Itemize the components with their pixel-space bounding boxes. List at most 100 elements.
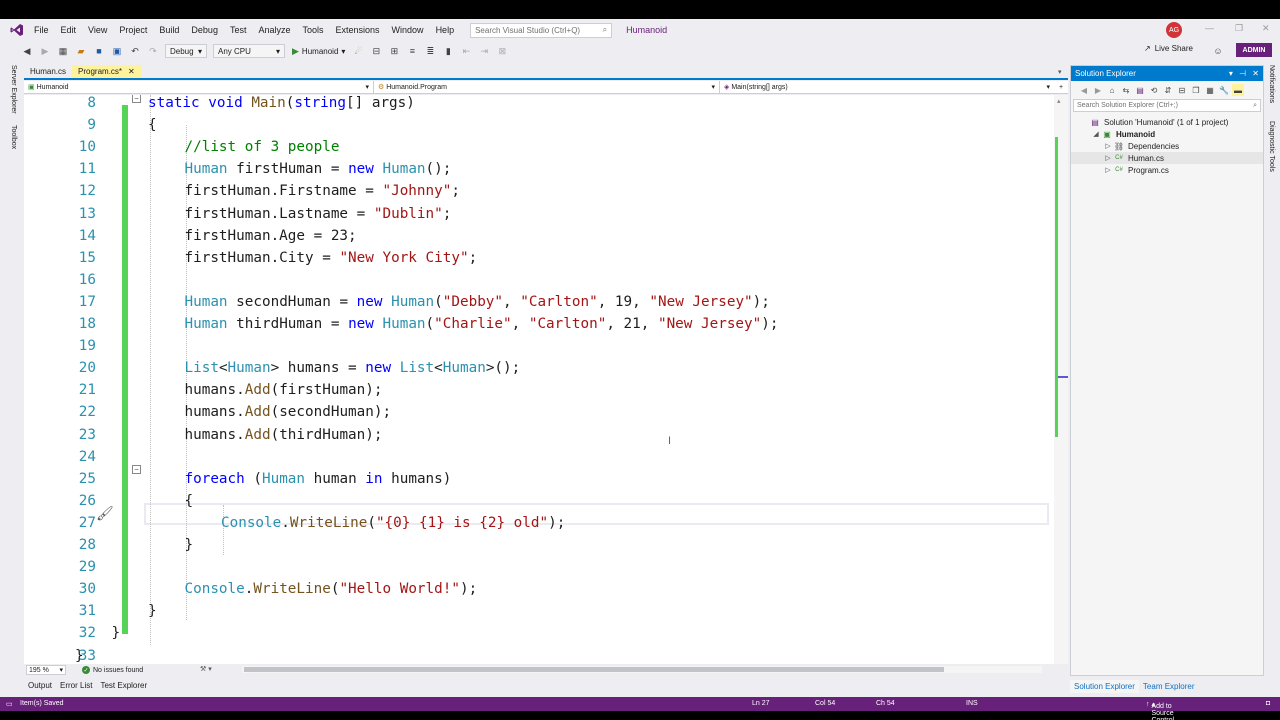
menu-item-debug[interactable]: Debug	[185, 19, 224, 41]
tree-item[interactable]: ◢ ▣ Humanoid	[1071, 128, 1263, 140]
status-column[interactable]: Col 54	[815, 700, 835, 707]
expand-arrow-icon[interactable]: ▷	[1103, 142, 1113, 150]
clear-bookmarks-icon[interactable]: ⊠	[495, 44, 509, 58]
code-line[interactable]: 12 firstHuman.Firstname = "Johnny";	[24, 180, 1054, 202]
scroll-up-icon[interactable]: ▴	[1057, 97, 1061, 105]
menu-item-build[interactable]: Build	[153, 19, 185, 41]
menu-item-file[interactable]: File	[28, 19, 55, 41]
expand-arrow-icon[interactable]: ◢	[1091, 130, 1101, 138]
solution-platform-dropdown[interactable]: Any CPU ▾	[213, 44, 285, 58]
navigate-forward-icon[interactable]: ▶	[38, 44, 52, 58]
live-share-button[interactable]: ↗ Live Share	[1144, 44, 1193, 53]
menu-item-extensions[interactable]: Extensions	[330, 19, 386, 41]
menu-item-analyze[interactable]: Analyze	[252, 19, 296, 41]
tree-item[interactable]: ▷ C# Program.cs	[1071, 164, 1263, 176]
code-line[interactable]: 8 static void Main(string[] args)	[24, 95, 1054, 114]
tab-human-cs[interactable]: Human.cs	[24, 65, 72, 78]
code-line[interactable]: 30 Console.WriteLine("Hello World!");	[24, 578, 1054, 600]
menu-item-test[interactable]: Test	[224, 19, 253, 41]
properties-icon[interactable]: 🔧	[1218, 84, 1230, 96]
close-tab-icon[interactable]: ✕	[128, 67, 135, 76]
editor-horizontal-scrollbar[interactable]	[242, 666, 1042, 673]
hot-reload-icon[interactable]: ☄	[351, 44, 365, 58]
feedback-icon[interactable]: ☺	[1211, 44, 1225, 58]
solution-icon[interactable]: ▤	[1134, 84, 1146, 96]
tab-program-cs[interactable]: Program.cs* ✕	[72, 65, 141, 78]
code-line[interactable]: 16	[24, 269, 1054, 291]
close-window-icon[interactable]: ✕	[1262, 23, 1270, 34]
code-line[interactable]: 33}	[24, 645, 1054, 665]
forward-icon[interactable]: ▶	[1092, 84, 1104, 96]
code-line[interactable]: 11 Human firstHuman = new Human();	[24, 158, 1054, 180]
prev-bookmark-icon[interactable]: ⇤	[459, 44, 473, 58]
code-line[interactable]: 13 firstHuman.Lastname = "Dublin";	[24, 203, 1054, 225]
code-line[interactable]: 29	[24, 556, 1054, 578]
code-line[interactable]: 26 {	[24, 490, 1054, 512]
tab-team-explorer[interactable]: Team Explorer	[1139, 680, 1199, 693]
collapse-all-icon[interactable]: ⊟	[1176, 84, 1188, 96]
status-source-control[interactable]: ↑ Add to Source Control ▴	[1146, 700, 1174, 720]
code-line[interactable]: 20 List<Human> humans = new List<Human>()…	[24, 357, 1054, 379]
code-line[interactable]: 23 humans.Add(thirdHuman);	[24, 424, 1054, 446]
expand-arrow-icon[interactable]: ▷	[1103, 154, 1113, 162]
tab-overflow-icon[interactable]: ▾	[1058, 68, 1062, 76]
save-all-icon[interactable]: ▣	[110, 44, 124, 58]
status-char[interactable]: Ch 54	[876, 700, 895, 707]
menu-item-edit[interactable]: Edit	[55, 19, 83, 41]
solution-configuration-dropdown[interactable]: Debug ▾	[165, 44, 207, 58]
code-line[interactable]: 9{	[24, 114, 1054, 136]
split-editor-icon[interactable]: +	[1054, 81, 1068, 93]
open-file-icon[interactable]: ▰	[74, 44, 88, 58]
solution-explorer-search-input[interactable]: Search Solution Explorer (Ctrl+;) ⌕	[1073, 99, 1261, 112]
code-line[interactable]: 24	[24, 446, 1054, 468]
scroll-thumb[interactable]	[244, 667, 944, 672]
back-icon[interactable]: ◀	[1078, 84, 1090, 96]
pin-icon[interactable]: ⊣	[1239, 69, 1246, 78]
menu-item-view[interactable]: View	[82, 19, 113, 41]
maximize-icon[interactable]: ❐	[1235, 23, 1243, 34]
editor-vertical-scrollbar[interactable]: ▴	[1054, 95, 1068, 664]
undo-icon[interactable]: ↶	[128, 44, 142, 58]
switch-views-icon[interactable]: ⇆	[1120, 84, 1132, 96]
history-icon[interactable]: ⟲	[1148, 84, 1160, 96]
tab-output[interactable]: Output	[24, 679, 56, 692]
code-line[interactable]: 19	[24, 335, 1054, 357]
notifications-tab[interactable]: Notifications	[1268, 65, 1275, 103]
code-line[interactable]: 27 Console.WriteLine("{0} {1} is {2} old"…	[24, 512, 1054, 534]
save-icon[interactable]: ■	[92, 44, 106, 58]
panel-menu-icon[interactable]: ▾	[1229, 69, 1233, 78]
code-line[interactable]: 18 Human thirdHuman = new Human("Charlie"…	[24, 313, 1054, 335]
new-project-icon[interactable]: ▦	[56, 44, 70, 58]
close-panel-icon[interactable]: ✕	[1252, 69, 1259, 78]
code-editor[interactable]: − − 🖌 8 static void Main(string[] args) 9{…	[24, 95, 1068, 664]
start-debugging-button[interactable]: ▶ Humanoid ▾	[292, 46, 345, 57]
tree-item[interactable]: ▷ ⛓ Dependencies	[1071, 140, 1263, 152]
copy-icon[interactable]: ❐	[1190, 84, 1202, 96]
comment-out-icon[interactable]: ≡	[405, 44, 419, 58]
class-dropdown[interactable]: ⚙ Humanoid.Program ▾	[374, 81, 720, 93]
menu-item-tools[interactable]: Tools	[297, 19, 330, 41]
project-dropdown[interactable]: ▣ Humanoid ▾	[24, 81, 374, 93]
tree-item[interactable]: ▤ Solution 'Humanoid' (1 of 1 project)	[1071, 116, 1263, 128]
issues-indicator[interactable]: ✓ No issues found	[82, 666, 143, 674]
code-line[interactable]: 32}	[24, 622, 1054, 644]
preview-icon[interactable]: ▬	[1232, 84, 1244, 96]
navigate-back-icon[interactable]: ◀	[20, 44, 34, 58]
next-bookmark-icon[interactable]: ⇥	[477, 44, 491, 58]
member-dropdown[interactable]: ◈ Main(string[] args) ▾	[720, 81, 1054, 93]
expand-arrow-icon[interactable]: ▷	[1103, 166, 1113, 174]
tab-test-explorer[interactable]: Test Explorer	[96, 679, 151, 692]
redo-icon[interactable]: ↷	[146, 44, 160, 58]
menu-item-project[interactable]: Project	[113, 19, 153, 41]
code-line[interactable]: 10 //list of 3 people	[24, 136, 1054, 158]
menu-item-help[interactable]: Help	[430, 19, 461, 41]
home-icon[interactable]: ⌂	[1106, 84, 1118, 96]
menu-item-window[interactable]: Window	[386, 19, 430, 41]
show-all-files-icon[interactable]: ▦	[1204, 84, 1216, 96]
code-line[interactable]: 17 Human secondHuman = new Human("Debby",…	[24, 291, 1054, 313]
bookmark-icon[interactable]: ▮	[441, 44, 455, 58]
notification-bell-icon[interactable]: ◘	[1266, 700, 1270, 707]
code-line[interactable]: 28}	[24, 534, 1054, 556]
tree-item[interactable]: ▷ C# Human.cs	[1071, 152, 1263, 164]
code-line[interactable]: 21 humans.Add(firstHuman);	[24, 379, 1054, 401]
